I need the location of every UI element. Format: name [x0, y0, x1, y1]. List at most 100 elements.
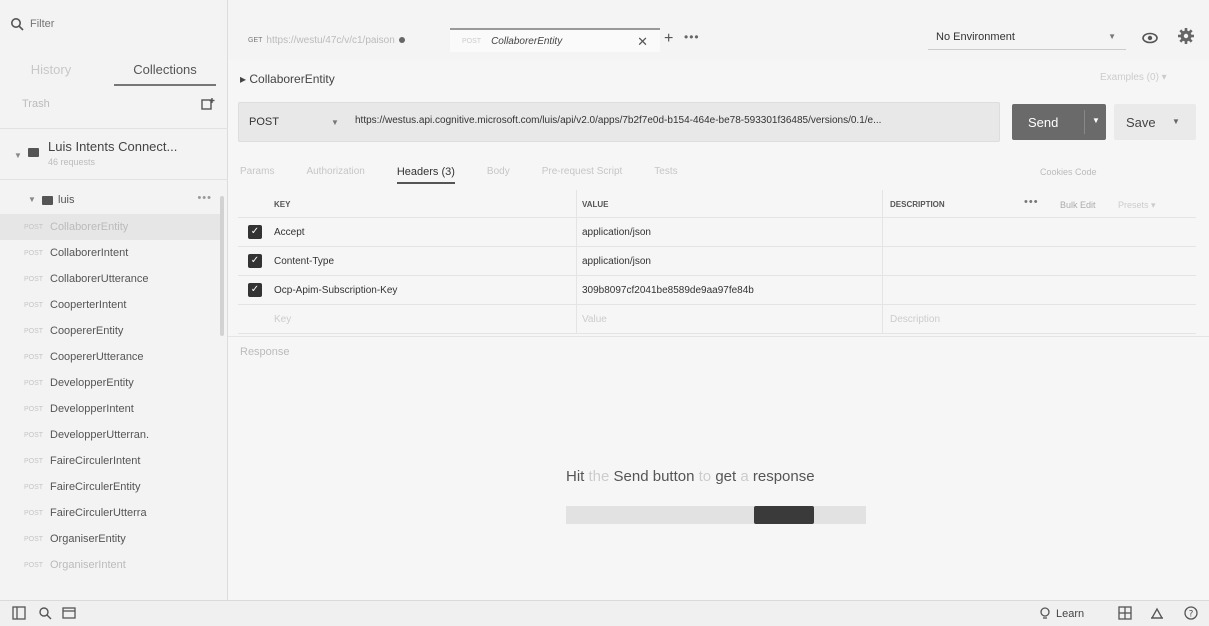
help-icon[interactable]: ?: [1184, 606, 1198, 620]
save-button[interactable]: Save ▼: [1114, 104, 1196, 140]
hint-illustration-button: [754, 506, 814, 524]
method-badge: POST: [24, 535, 44, 543]
more-options-icon[interactable]: •••: [197, 192, 212, 204]
headers-table: KEY VALUE DESCRIPTION ••• Bulk Edit Pres…: [238, 190, 1196, 334]
plus-icon[interactable]: +: [664, 30, 673, 48]
list-item[interactable]: POST CollaborerUtterance: [0, 266, 222, 292]
new-description-input[interactable]: Description: [890, 314, 940, 325]
url-bar: POST ▼ https://westus.api.cognitive.micr…: [238, 102, 1000, 142]
chevron-down-icon[interactable]: ▼: [1172, 117, 1180, 126]
method-badge: POST: [24, 249, 44, 257]
request-tab-get[interactable]: GET https://westu/47c/v/c1/paison: [248, 28, 448, 52]
tab-history[interactable]: History: [0, 56, 102, 86]
row-checkbox[interactable]: ✓: [248, 283, 262, 297]
row-checkbox[interactable]: ✓: [248, 254, 262, 268]
request-title[interactable]: ▸ CollaborerEntity: [240, 72, 335, 86]
tab-tests[interactable]: Tests: [654, 160, 677, 184]
new-collection-icon[interactable]: [201, 97, 215, 111]
trash-link[interactable]: Trash: [22, 98, 50, 110]
folder-icon: [28, 148, 39, 157]
postman-app: History Collections Trash ▼ Luis Intents…: [0, 0, 1209, 626]
chevron-down-icon[interactable]: ▼: [331, 118, 339, 127]
eye-icon[interactable]: [1140, 28, 1160, 48]
environment-select[interactable]: No Environment ▼: [928, 24, 1126, 50]
tab-authorization[interactable]: Authorization: [306, 160, 364, 184]
collection-luis-intents[interactable]: ▼ Luis Intents Connect... 46 requests: [0, 128, 228, 180]
header-key-cell[interactable]: Content-Type: [274, 256, 334, 267]
table-row: ✓ Accept application/json: [238, 218, 1196, 247]
table-row: ✓ Content-Type application/json: [238, 247, 1196, 276]
header-key-cell[interactable]: Accept: [274, 227, 305, 238]
gear-icon[interactable]: [1176, 26, 1196, 46]
hint-word: response: [752, 468, 815, 485]
divider: [882, 218, 883, 246]
request-list: POST CollaborerEntity POST CollaborerInten…: [0, 214, 222, 578]
list-item[interactable]: POST DevelopperIntent: [0, 396, 222, 422]
two-pane-icon[interactable]: [1118, 606, 1132, 620]
list-item[interactable]: POST CooperterIntent: [0, 292, 222, 318]
table-row-new: Key Value Description: [238, 305, 1196, 334]
header-value-cell[interactable]: 309b8097cf2041be8589de9aa97fe84b: [582, 285, 754, 296]
method-badge: POST: [24, 483, 44, 491]
tab-headers[interactable]: Headers (3): [396, 160, 455, 184]
request-name: OrganiserIntent: [50, 559, 126, 571]
request-name: CooperterIntent: [50, 299, 127, 311]
header-key-cell[interactable]: Ocp-Apim-Subscription-Key: [274, 285, 397, 296]
url-input[interactable]: https://westus.api.cognitive.microsoft.c…: [355, 115, 881, 126]
sidebar-toggle-icon[interactable]: [12, 606, 26, 620]
list-item[interactable]: POST FaireCirculerIntent: [0, 448, 222, 474]
method-badge: POST: [24, 379, 44, 387]
tab-collections[interactable]: Collections: [114, 56, 216, 86]
method-select[interactable]: POST: [249, 116, 279, 128]
send-button[interactable]: Send ▼: [1012, 104, 1106, 140]
request-tab-active[interactable]: POST CollaborerEntity ✕: [450, 28, 660, 52]
close-icon[interactable]: ✕: [637, 34, 648, 50]
tab-pre-request-script[interactable]: Pre-request Script: [542, 160, 623, 184]
more-options-icon[interactable]: •••: [1024, 196, 1039, 208]
cookies-code-links[interactable]: Cookies Code: [1040, 167, 1097, 177]
list-item[interactable]: POST DevelopperUtterran.: [0, 422, 222, 448]
method-badge: POST: [24, 327, 44, 335]
list-item[interactable]: POST DevelopperEntity: [0, 370, 222, 396]
learn-link[interactable]: Learn: [1056, 608, 1084, 620]
header-value-cell[interactable]: application/json: [582, 227, 651, 238]
tab-params[interactable]: Params: [240, 160, 274, 184]
find-icon[interactable]: [38, 606, 52, 620]
response-divider[interactable]: [228, 336, 1209, 337]
examples-dropdown[interactable]: Examples (0) ▾: [1100, 72, 1167, 83]
collapse-caret-icon[interactable]: ▼: [14, 151, 22, 160]
filter-box[interactable]: [10, 8, 220, 40]
header-value-cell[interactable]: application/json: [582, 256, 651, 267]
list-item[interactable]: POST OrganiserIntent: [0, 552, 222, 578]
list-item[interactable]: POST CollaborerIntent: [0, 240, 222, 266]
list-item[interactable]: POST CoopererUtterance: [0, 344, 222, 370]
new-value-input[interactable]: Value: [582, 314, 607, 325]
method-badge: POST: [462, 37, 482, 45]
bulk-edit-link[interactable]: Bulk Edit: [1060, 200, 1096, 210]
chevron-down-icon[interactable]: ▼: [1092, 116, 1100, 125]
console-icon[interactable]: [62, 606, 76, 620]
collapse-caret-icon[interactable]: ▼: [28, 195, 36, 204]
more-options-icon[interactable]: •••: [684, 30, 700, 44]
list-item[interactable]: POST CoopererEntity: [0, 318, 222, 344]
list-item[interactable]: POST CollaborerEntity: [0, 214, 222, 240]
filter-input[interactable]: [30, 18, 190, 30]
table-header-row: KEY VALUE DESCRIPTION ••• Bulk Edit Pres…: [238, 190, 1196, 218]
folder-luis[interactable]: ▼ luis •••: [0, 190, 222, 212]
hint-word: the: [588, 468, 610, 485]
bulb-icon[interactable]: [1038, 606, 1052, 620]
sidebar-scrollbar[interactable]: [220, 196, 224, 336]
presets-dropdown[interactable]: Presets ▾: [1118, 200, 1156, 211]
row-checkbox[interactable]: ✓: [248, 225, 262, 239]
list-item[interactable]: POST FaireCirculerEntity: [0, 474, 222, 500]
new-key-input[interactable]: Key: [274, 314, 291, 325]
environment-label: No Environment: [936, 30, 1015, 43]
bootcamp-icon[interactable]: [1150, 606, 1164, 620]
request-name: DevelopperEntity: [50, 377, 134, 389]
tab-label: CollaborerEntity: [491, 35, 563, 47]
list-item[interactable]: POST FaireCirculerUtterra: [0, 500, 222, 526]
method-badge: POST: [24, 301, 44, 309]
list-item[interactable]: POST OrganiserEntity: [0, 526, 222, 552]
tab-body[interactable]: Body: [487, 160, 510, 184]
request-name: DevelopperIntent: [50, 403, 134, 415]
